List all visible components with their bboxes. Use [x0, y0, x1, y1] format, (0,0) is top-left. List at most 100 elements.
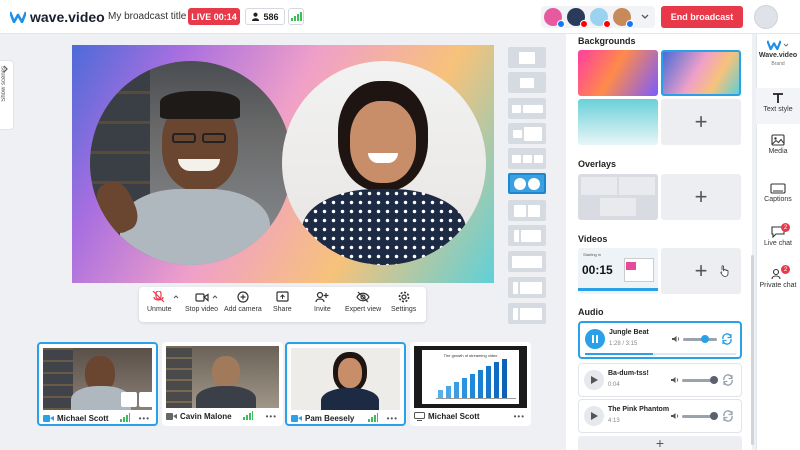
text-icon	[773, 93, 783, 103]
layout-option-side-by-side[interactable]	[508, 123, 546, 144]
layout-option-grid[interactable]	[508, 148, 546, 169]
layout-option-tilted[interactable]	[508, 200, 546, 221]
sidebar-item-media[interactable]: Media	[756, 134, 800, 166]
camera-icon[interactable]	[139, 392, 152, 407]
video-countdown: 00:15	[582, 263, 613, 277]
more-options-icon[interactable]: •••	[139, 414, 150, 423]
text-style-label: Text style	[763, 106, 793, 113]
participant-video	[291, 348, 400, 410]
volume-slider[interactable]	[682, 375, 718, 384]
layout-option-split-small[interactable]	[508, 303, 546, 324]
audio-track[interactable]: Ba-dum-tss! 0:04	[578, 363, 742, 397]
unmute-label: Unmute	[147, 306, 172, 313]
sidebar-item-text-style[interactable]: Text style	[756, 88, 800, 124]
volume-control[interactable]	[671, 375, 718, 384]
videos-title: Videos	[578, 234, 608, 244]
audio-track[interactable]: The Pink Phantom 4:13	[578, 399, 742, 433]
layout-option-single-small[interactable]	[508, 72, 546, 93]
add-background-button[interactable]: +	[661, 99, 741, 145]
show-scenes-label: Show scenes	[1, 66, 7, 102]
share-button[interactable]: Share	[273, 291, 292, 313]
add-camera-button[interactable]: Add camera	[224, 291, 262, 313]
more-options-icon[interactable]: •••	[266, 412, 277, 421]
layout-option-pip[interactable]	[508, 98, 546, 119]
video-option[interactable]: Starting in 00:15	[578, 248, 658, 294]
image-icon	[771, 134, 785, 146]
participant-tile[interactable]: Cavin Malone •••	[162, 342, 283, 426]
audio-track[interactable]: Jungle Beat 1:28 / 3:15	[578, 321, 742, 359]
destination-avatar[interactable]	[544, 8, 565, 28]
sidebar-item-captions[interactable]: Captions	[756, 183, 800, 215]
panel-scrollbar[interactable]	[751, 255, 754, 445]
more-options-icon[interactable]: •••	[514, 412, 525, 421]
volume-icon	[672, 336, 680, 342]
sidebar-item-private-chat[interactable]: 2 Private chat	[756, 265, 800, 300]
add-camera-label: Add camera	[224, 306, 262, 313]
participant-tile[interactable]: Michael Scott •••	[37, 342, 158, 426]
settings-button[interactable]: Settings	[391, 291, 416, 313]
loop-icon[interactable]	[721, 373, 735, 387]
layout-option-wide[interactable]	[508, 251, 546, 272]
add-overlay-button[interactable]: +	[661, 174, 741, 220]
private-chat-badge: 2	[781, 265, 790, 274]
mic-icon[interactable]	[121, 392, 137, 407]
layout-option-sidebar[interactable]	[508, 225, 546, 246]
broadcast-title[interactable]: My broadcast title	[108, 11, 186, 22]
pause-button[interactable]	[585, 329, 605, 349]
volume-icon	[671, 413, 679, 419]
end-broadcast-button[interactable]: End broadcast	[661, 6, 743, 28]
volume-icon	[671, 377, 679, 383]
destination-avatar[interactable]	[567, 8, 588, 28]
sidebar-item-brand[interactable]: Wave.video Brand	[756, 40, 800, 82]
viewer-count-value: 586	[263, 11, 279, 22]
screen-icon	[414, 412, 425, 421]
destinations[interactable]	[541, 6, 655, 28]
loop-icon[interactable]	[720, 332, 734, 346]
play-button[interactable]	[584, 406, 604, 426]
layout-option-circles[interactable]	[508, 173, 546, 194]
layout-option-split-left[interactable]	[508, 277, 546, 298]
captions-label: Captions	[764, 196, 792, 203]
background-option[interactable]	[578, 99, 658, 145]
add-audio-button[interactable]: +	[578, 436, 742, 450]
expert-view-button[interactable]: Expert view	[345, 291, 381, 313]
gear-icon	[398, 291, 410, 303]
destination-avatar[interactable]	[590, 8, 611, 28]
loop-icon[interactable]	[721, 409, 735, 423]
participant-video-right	[282, 61, 486, 265]
destination-avatar[interactable]	[613, 8, 634, 28]
logo[interactable]: wave.video	[10, 9, 105, 25]
participant-name: Michael Scott	[57, 414, 109, 423]
background-option[interactable]	[578, 50, 658, 96]
volume-slider[interactable]	[683, 334, 717, 343]
layout-option-single[interactable]	[508, 47, 546, 68]
participant-tile[interactable]: Pam Beesely •••	[285, 342, 406, 426]
eye-off-icon	[356, 291, 370, 303]
volume-control[interactable]	[671, 411, 718, 420]
audio-title: Audio	[578, 307, 604, 317]
more-options-icon[interactable]: •••	[387, 414, 398, 423]
overlays-title: Overlays	[578, 159, 617, 169]
participant-tile[interactable]: The growth of streaming video Michael Sc…	[410, 342, 531, 426]
track-progress[interactable]	[585, 353, 736, 355]
unmute-button[interactable]: Unmute	[147, 291, 172, 313]
volume-slider[interactable]	[682, 411, 718, 420]
play-button[interactable]	[584, 370, 604, 390]
live-chat-label: Live chat	[763, 240, 793, 247]
camera-icon	[166, 413, 177, 420]
chevron-up-icon[interactable]	[173, 295, 179, 299]
volume-control[interactable]	[672, 334, 717, 343]
chevron-down-icon[interactable]	[641, 14, 649, 20]
broadcast-stage[interactable]	[72, 45, 494, 283]
participant-video	[43, 348, 152, 410]
invite-button[interactable]: Invite	[314, 291, 331, 313]
participant-video-left	[90, 61, 292, 265]
chevron-up-icon[interactable]	[212, 295, 218, 299]
sidebar-item-live-chat[interactable]: 2 Live chat	[756, 223, 800, 258]
live-indicator: LIVE 00:14	[188, 8, 240, 25]
user-avatar[interactable]	[754, 5, 778, 29]
camera-icon	[43, 415, 54, 422]
overlay-option[interactable]	[578, 174, 658, 220]
background-option-selected[interactable]	[661, 50, 741, 96]
person-icon	[252, 12, 260, 21]
